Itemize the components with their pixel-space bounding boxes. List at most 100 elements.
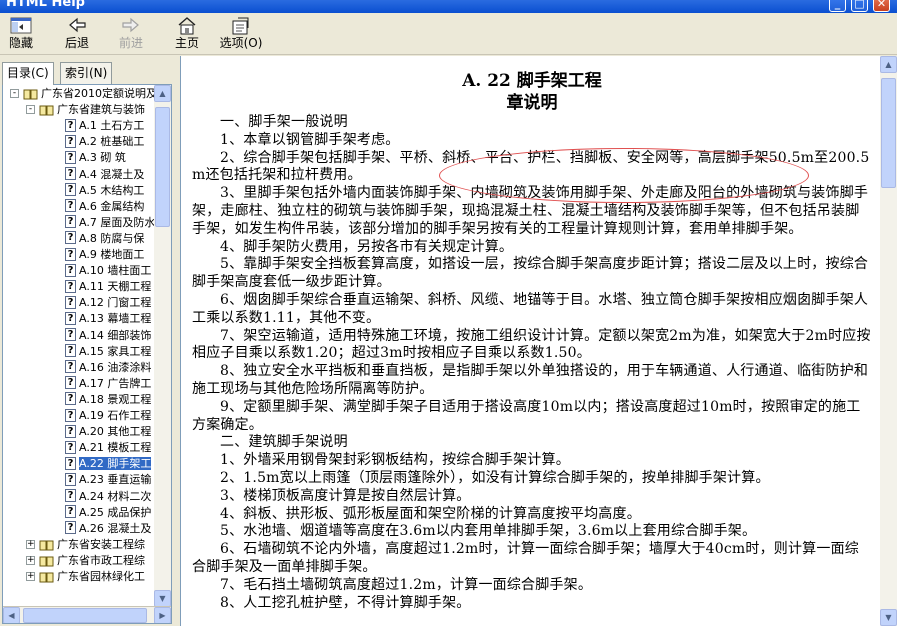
collapse-icon[interactable]: - bbox=[10, 89, 19, 98]
tree-item[interactable]: ? A.24 材料二次 bbox=[65, 489, 151, 505]
help-topic-icon: ? bbox=[65, 328, 76, 341]
help-topic-icon: ? bbox=[65, 344, 76, 358]
content-vertical-scrollbar[interactable]: ▲ ▼ bbox=[880, 56, 897, 626]
forward-arrow-icon bbox=[122, 17, 139, 33]
tree-horizontal-scrollbar[interactable]: ◀ ▶ bbox=[3, 606, 171, 623]
tree-item[interactable]: ? A.23 垂直运输 bbox=[65, 472, 151, 488]
doc-paragraph: 2、1.5m宽以上雨篷（顶层雨篷除外），如没有计算综合脚手架的，按单排脚手架计算… bbox=[220, 469, 770, 486]
contents-tree: - 广东省2010定额说明及 - 广东省建筑与装饰? A.1 土石方工? A.2 桩基础工… bbox=[2, 84, 172, 624]
options-icon bbox=[232, 17, 249, 35]
book-icon bbox=[39, 540, 54, 551]
topic-content-pane: A. 22 脚手架工程 章说明 一、脚手架一般说明 1、本章以钢管脚手架考虑。 2、… bbox=[180, 56, 897, 626]
help-topic-icon: ? bbox=[65, 295, 76, 309]
hide-pane-icon bbox=[10, 17, 32, 34]
minimize-button[interactable]: _ bbox=[829, 0, 846, 12]
content-scroll-up-icon[interactable]: ▲ bbox=[880, 56, 897, 73]
tree-item[interactable]: ? A.22 脚手架工 bbox=[65, 456, 152, 472]
tree-root[interactable]: 广东省2010定额说明及 bbox=[23, 86, 157, 102]
scroll-left-icon[interactable]: ◀ bbox=[3, 607, 20, 623]
tree-item[interactable]: ? A.15 家具工程 bbox=[65, 344, 151, 360]
tab-index[interactable]: 索引(N) bbox=[60, 62, 113, 84]
doc-paragraph: 6、烟囱脚手架综合垂直运输架、斜桥、风缆、地锚等于目。水塔、独立筒仓脚手架按相应… bbox=[192, 291, 869, 326]
expand-icon[interactable]: + bbox=[26, 572, 35, 581]
window-title: HTML Help bbox=[6, 0, 85, 10]
toolbar: 隐藏 后退 前进 主页 选项(O) bbox=[0, 13, 897, 55]
tree-item[interactable]: ? A.20 其他工程 bbox=[65, 424, 151, 440]
tree-item[interactable]: ? A.1 土石方工 bbox=[65, 118, 144, 134]
expand-icon[interactable]: + bbox=[26, 555, 35, 565]
topic-subtitle: 章说明 bbox=[506, 93, 558, 113]
scroll-right-icon[interactable]: ▶ bbox=[154, 607, 171, 623]
help-topic-icon: ? bbox=[65, 311, 76, 325]
back-button[interactable]: 后退 bbox=[60, 15, 94, 53]
help-topic-icon: ? bbox=[65, 360, 76, 374]
help-topic-icon: ? bbox=[65, 167, 76, 180]
help-topic-icon: ? bbox=[65, 440, 76, 454]
forward-button[interactable]: 前进 bbox=[114, 15, 148, 53]
tree-item[interactable]: ? A.7 屋面及防水 bbox=[65, 215, 155, 231]
tree-item[interactable]: ? A.11 天棚工程 bbox=[65, 279, 151, 295]
help-topic-icon: ? bbox=[65, 472, 76, 486]
doc-paragraph: 3、里脚手架包括外墙内面装饰脚手架、内墙砌筑及装饰用脚手架、外走廊及阳台的外墙砌… bbox=[192, 185, 869, 237]
tree-item[interactable]: ? A.18 景观工程 bbox=[65, 392, 151, 408]
tree-item[interactable]: ? A.21 模板工程 bbox=[65, 440, 151, 456]
tree-item[interactable]: ? A.16 油漆涂料 bbox=[65, 360, 151, 376]
doc-paragraph: 2、综合脚手架包括脚手架、平桥、斜桥、平台、护栏、挡脚板、安全网等，高层脚手架5… bbox=[192, 149, 870, 184]
tree-item[interactable]: ? A.14 细部装饰 bbox=[65, 328, 151, 344]
doc-paragraph: 9、定额里脚手架、满堂脚手架子目适用于搭设高度10m以内；搭设高度超过10m时，… bbox=[192, 398, 861, 433]
tree-node-building[interactable]: 广东省建筑与装饰 bbox=[39, 102, 145, 118]
help-topic-icon: ? bbox=[65, 247, 76, 261]
navigation-pane: 目录(C) 索引(N) - 广东省2010定额说明及 - 广东省建筑与装饰? A.1 土… bbox=[0, 56, 176, 626]
doc-paragraph: 8、人工挖孔桩护壁，不得计算脚手架。 bbox=[220, 594, 471, 611]
home-button[interactable]: 主页 bbox=[170, 15, 204, 53]
scroll-down-icon[interactable]: ▼ bbox=[154, 590, 171, 607]
tree-vertical-scrollbar[interactable]: ▲ ▼ bbox=[154, 85, 171, 607]
doc-paragraph: 4、脚手架防火费用，另按各市有关规定计算。 bbox=[220, 238, 514, 255]
close-button[interactable]: ✕ bbox=[873, 0, 890, 12]
tree-item[interactable]: ? A.2 桩基础工 bbox=[65, 134, 144, 150]
options-button[interactable]: 选项(O) bbox=[218, 15, 264, 53]
tree-hscroll-thumb[interactable] bbox=[23, 608, 147, 623]
help-topic-icon: ? bbox=[65, 521, 76, 535]
content-scroll-thumb[interactable] bbox=[881, 78, 896, 188]
topic-document: A. 22 脚手架工程 章说明 一、脚手架一般说明 1、本章以钢管脚手架考虑。 2、… bbox=[192, 70, 872, 612]
tree-item[interactable]: ? A.26 混凝土及 bbox=[65, 521, 151, 537]
scroll-up-icon[interactable]: ▲ bbox=[154, 85, 171, 102]
help-topic-icon: ? bbox=[65, 279, 76, 293]
tree-item[interactable]: ? A.19 石作工程 bbox=[65, 408, 151, 424]
expand-icon[interactable]: + bbox=[26, 539, 35, 549]
maximize-button[interactable]: □ bbox=[851, 0, 868, 12]
tree-item[interactable]: ? A.4 混凝土及 bbox=[65, 167, 144, 183]
tree-item[interactable]: ? A.9 楼地面工 bbox=[65, 247, 144, 263]
doc-paragraph: 1、本章以钢管脚手架考虑。 bbox=[220, 131, 400, 148]
tree-item[interactable]: ? A.13 幕墙工程 bbox=[65, 311, 151, 327]
tree-item[interactable]: ? A.5 木结构工 bbox=[65, 183, 144, 199]
tree-item[interactable]: ? A.17 广告牌工 bbox=[65, 376, 151, 392]
tree-item[interactable]: ? A.25 成品保护 bbox=[65, 505, 151, 521]
tree-item[interactable]: ? A.10 墙柱面工 bbox=[65, 263, 151, 279]
doc-paragraph: 7、毛石挡土墙砌筑高度超过1.2m，计算一面综合脚手架。 bbox=[220, 576, 593, 593]
tree-node-other[interactable]: 广东省市政工程综 bbox=[39, 553, 145, 569]
tree-item[interactable]: ? A.8 防腐与保 bbox=[65, 231, 144, 247]
content-scroll-down-icon[interactable]: ▼ bbox=[880, 609, 897, 626]
doc-paragraph: 5、水池墙、烟道墙等高度在3.6m以内套用单排脚手架，3.6m以上套用综合脚手架… bbox=[220, 523, 757, 540]
back-arrow-icon bbox=[69, 17, 86, 33]
help-topic-icon: ? bbox=[65, 263, 76, 277]
help-topic-icon: ? bbox=[65, 118, 76, 132]
tree-scroll-thumb[interactable] bbox=[155, 107, 170, 227]
collapse-icon[interactable]: - bbox=[26, 105, 35, 115]
tree-item[interactable]: ? A.6 金属结构 bbox=[65, 199, 144, 215]
help-topic-icon: ? bbox=[65, 231, 76, 245]
help-topic-icon: ? bbox=[65, 505, 76, 519]
tab-contents[interactable]: 目录(C) bbox=[2, 62, 54, 85]
help-topic-icon: ? bbox=[65, 408, 76, 422]
tree-item[interactable]: ? A.3 砌 筑 bbox=[65, 150, 126, 166]
hide-button[interactable]: 隐藏 bbox=[4, 15, 38, 53]
tree-node-other[interactable]: 广东省园林绿化工 bbox=[39, 569, 145, 585]
home-icon bbox=[178, 17, 196, 35]
book-icon bbox=[23, 89, 38, 100]
doc-paragraph: 5、靠脚手架安全挡板套算高度，如搭设一层，按综合脚手架高度步距计算；搭设二层及以… bbox=[192, 256, 869, 291]
tree-node-other[interactable]: 广东省安装工程综 bbox=[39, 537, 145, 553]
tree-item[interactable]: ? A.12 门窗工程 bbox=[65, 295, 151, 311]
book-icon bbox=[39, 556, 54, 567]
